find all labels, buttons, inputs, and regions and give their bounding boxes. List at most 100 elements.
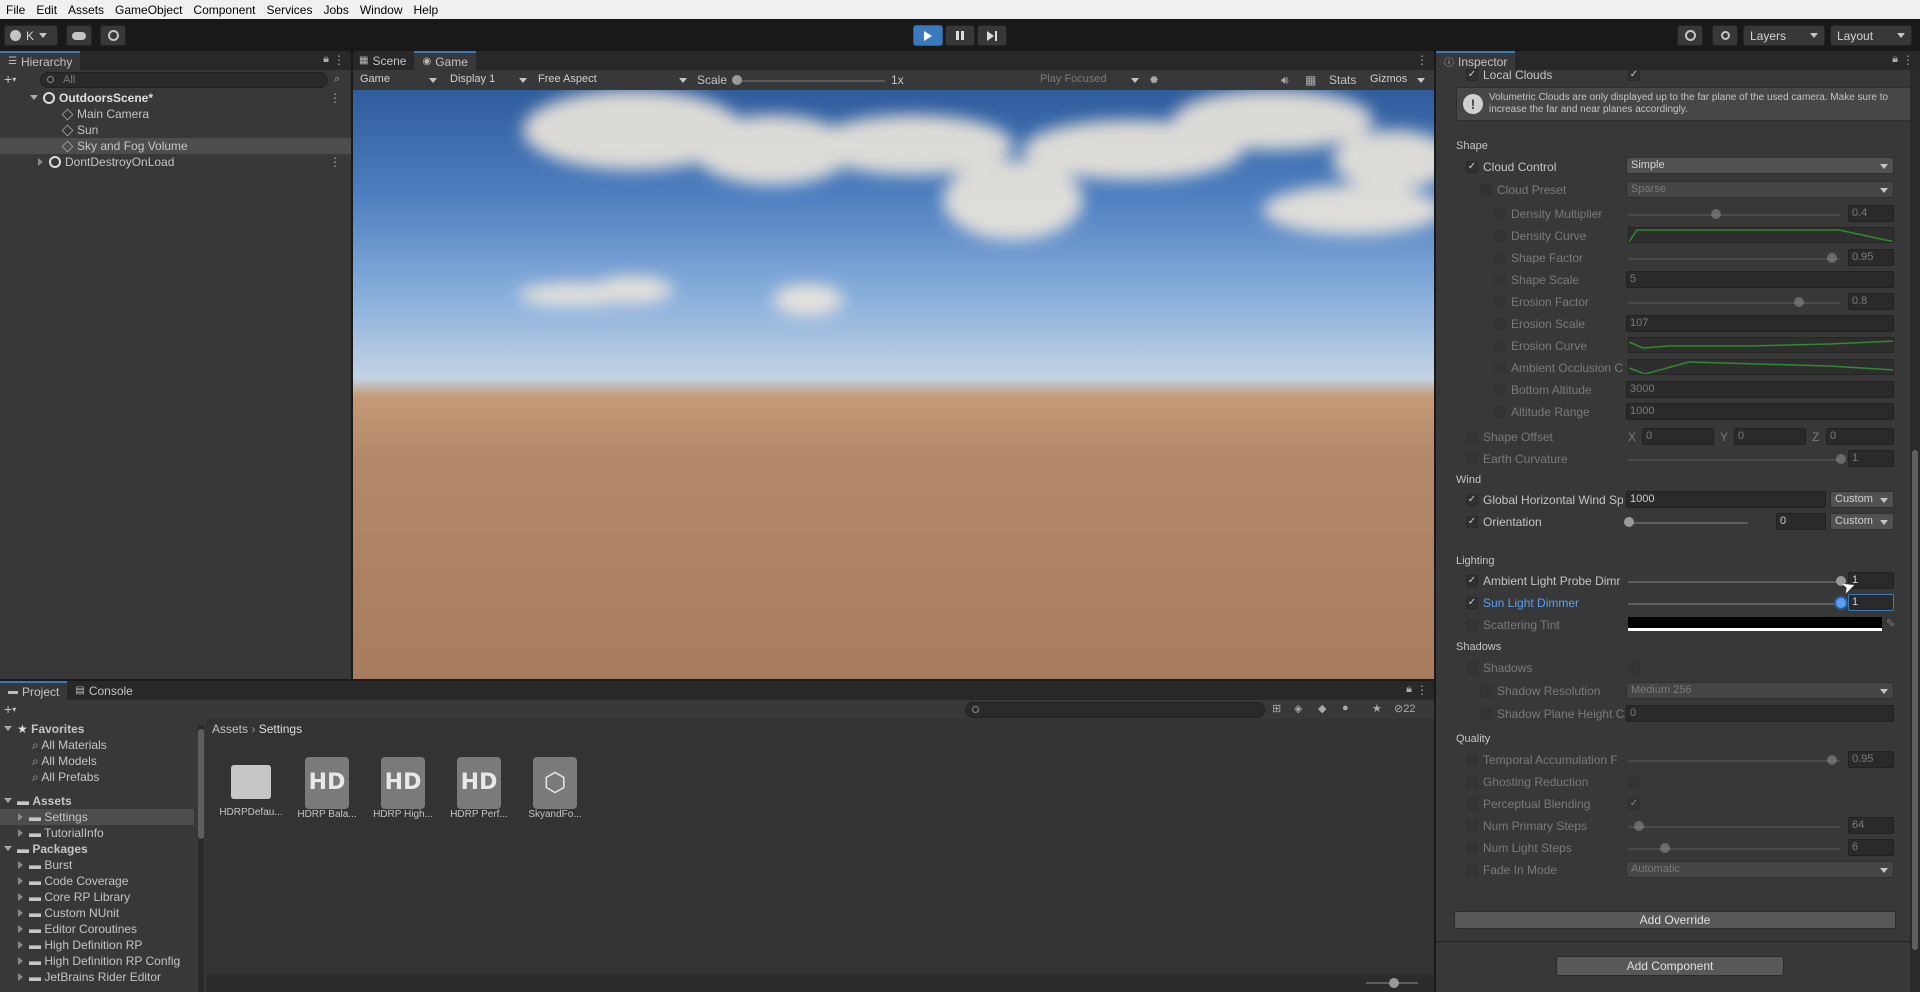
temporal-slider[interactable] [1628, 760, 1840, 762]
tree-scrollbar[interactable] [198, 725, 204, 992]
earth-curvature-field[interactable]: 1 [1848, 450, 1894, 467]
play-button[interactable] [913, 25, 943, 46]
temporal-override[interactable] [1466, 754, 1478, 766]
bottom-altitude-override[interactable] [1494, 384, 1506, 396]
altitude-range-field[interactable]: 1000 [1626, 403, 1894, 420]
orientation-slider[interactable] [1628, 522, 1748, 524]
shadows-override[interactable] [1466, 662, 1478, 674]
project-search-input[interactable] [965, 702, 1265, 718]
shape-factor-knob[interactable] [1827, 253, 1837, 263]
ambient-occlusion-curve[interactable] [1628, 359, 1894, 375]
cloud-preset-dropdown[interactable]: Sparse [1626, 181, 1894, 198]
collab-button[interactable] [100, 25, 126, 46]
add-override-button[interactable]: Add Override [1454, 911, 1896, 929]
tree-scrollbar-thumb[interactable] [198, 729, 204, 839]
stats-button[interactable]: Stats [1329, 72, 1356, 88]
shadows-checkbox[interactable] [1628, 662, 1640, 674]
play-focused-dropdown[interactable]: Play Focused [1035, 71, 1145, 88]
sun-dimmer-knob[interactable] [1836, 598, 1846, 608]
primary-steps-slider[interactable] [1628, 826, 1840, 828]
layout-dropdown[interactable]: Layout [1830, 25, 1912, 46]
eyedropper-icon[interactable]: ✎ [1886, 617, 1895, 630]
orientation-field[interactable]: 0 [1776, 513, 1826, 530]
erosion-scale-field[interactable]: 107 [1626, 315, 1894, 332]
bug-icon[interactable]: ✹ [1149, 72, 1159, 88]
asset-tile[interactable]: HD HDRP High... [368, 757, 438, 820]
favorite-item[interactable]: ⌕ All Models [32, 753, 97, 769]
search-button[interactable] [1712, 25, 1738, 46]
kebab-menu-icon[interactable]: ⋮ [329, 154, 341, 170]
erosion-factor-field[interactable]: 0.8 [1848, 293, 1894, 310]
density-curve-override[interactable] [1494, 230, 1506, 242]
icon-size-slider-knob[interactable] [1389, 978, 1399, 988]
ghosting-checkbox[interactable] [1628, 776, 1640, 788]
shadow-plane-override[interactable] [1480, 708, 1492, 720]
density-multiplier-override[interactable] [1494, 208, 1506, 220]
offset-x-field[interactable]: 0 [1642, 428, 1714, 445]
hierarchy-search-input[interactable]: All [40, 72, 328, 88]
aspect-dropdown[interactable]: Free Aspect [533, 71, 693, 88]
density-curve-field[interactable] [1628, 227, 1894, 243]
temporal-field[interactable]: 0.95 [1848, 751, 1894, 768]
hierarchy-item-main-camera[interactable]: Main Camera [0, 106, 351, 122]
hierarchy-item-sun[interactable]: Sun [0, 122, 351, 138]
density-multiplier-slider[interactable] [1628, 214, 1840, 216]
account-dropdown[interactable]: K [4, 25, 58, 46]
ambient-dimmer-override[interactable]: ✓ [1466, 575, 1478, 587]
package-item[interactable]: ▬ JetBrains Rider Editor [18, 969, 161, 985]
kebab-menu-icon[interactable]: ⋮ [333, 53, 345, 67]
menu-assets[interactable]: Assets [62, 3, 109, 17]
search-by-type-icon[interactable]: ⊞ [1272, 702, 1281, 715]
local-clouds-override-checkbox[interactable]: ✓ [1466, 69, 1478, 81]
orientation-knob[interactable] [1624, 517, 1634, 527]
bottom-altitude-field[interactable]: 3000 [1626, 381, 1894, 398]
lock-icon[interactable]: 🔒︎ [323, 53, 329, 66]
package-item[interactable]: ▬ High Definition RP [18, 937, 142, 953]
tab-hierarchy[interactable]: ☰ Hierarchy [0, 51, 81, 70]
menu-gameobject[interactable]: GameObject [109, 3, 187, 17]
favorite-item[interactable]: ⌕ All Prefabs [32, 769, 99, 785]
package-item[interactable]: ▬ Core RP Library [18, 889, 130, 905]
kebab-menu-icon[interactable]: ⋮ [1416, 53, 1428, 67]
kebab-menu-icon[interactable]: ⋮ [1902, 53, 1914, 67]
shadow-resolution-override[interactable] [1480, 685, 1492, 697]
star-icon[interactable]: ★ [1372, 702, 1382, 715]
favorites-header[interactable]: ★ Favorites [4, 721, 84, 737]
scene-search-icon[interactable]: ⌕ [334, 73, 340, 86]
cloud-control-dropdown[interactable]: Simple [1626, 157, 1894, 174]
asset-tile[interactable]: ⬡ SkyandFo... [520, 757, 590, 820]
local-clouds-checkbox[interactable]: ✓ [1628, 69, 1640, 81]
shape-scale-override[interactable] [1494, 274, 1506, 286]
pause-button[interactable] [945, 25, 975, 46]
folder-tutorialinfo[interactable]: ▬ TutorialInfo [18, 825, 104, 841]
erosion-curve-field[interactable] [1628, 337, 1894, 353]
audio-icon[interactable]: 🔊︎ [1281, 72, 1289, 88]
tab-project[interactable]: ▬ Project [0, 681, 68, 700]
fade-in-override[interactable] [1466, 864, 1478, 876]
package-item[interactable]: ▬ High Definition RP Config [18, 953, 180, 969]
kebab-menu-icon[interactable]: ⋮ [329, 90, 341, 106]
erosion-factor-override[interactable] [1494, 296, 1506, 308]
package-item[interactable]: ▬ Editor Coroutines [18, 921, 137, 937]
hidden-packages-button[interactable]: ⊘22 [1394, 702, 1415, 715]
density-multiplier-knob[interactable] [1711, 209, 1721, 219]
orientation-mode-dropdown[interactable]: Custom [1830, 513, 1894, 530]
cloud-button[interactable] [66, 25, 92, 46]
menu-help[interactable]: Help [408, 3, 444, 17]
lock-icon[interactable]: 🔒︎ [1892, 53, 1898, 66]
gizmos-dropdown[interactable]: Gizmos [1365, 71, 1431, 88]
hierarchy-item-scene[interactable]: OutdoorsScene* ⋮ [0, 90, 351, 106]
shape-factor-slider[interactable] [1628, 258, 1840, 260]
package-item[interactable]: ▬ Code Coverage [18, 873, 128, 889]
shape-offset-override[interactable] [1466, 431, 1478, 443]
scale-slider-knob[interactable] [732, 75, 742, 85]
asset-tile[interactable]: HD HDRP Perf... [444, 757, 514, 820]
sun-dimmer-override[interactable]: ✓ [1466, 597, 1478, 609]
perceptual-override[interactable] [1466, 798, 1478, 810]
search-by-label-icon[interactable]: ◈ [1294, 702, 1302, 715]
breadcrumb-assets[interactable]: Assets [212, 722, 248, 736]
stats-grid-icon[interactable]: ▦ [1305, 72, 1316, 88]
wind-speed-field[interactable]: 1000 [1626, 491, 1826, 508]
offset-y-field[interactable]: 0 [1734, 428, 1806, 445]
packages-header[interactable]: ▬ Packages [4, 841, 88, 857]
